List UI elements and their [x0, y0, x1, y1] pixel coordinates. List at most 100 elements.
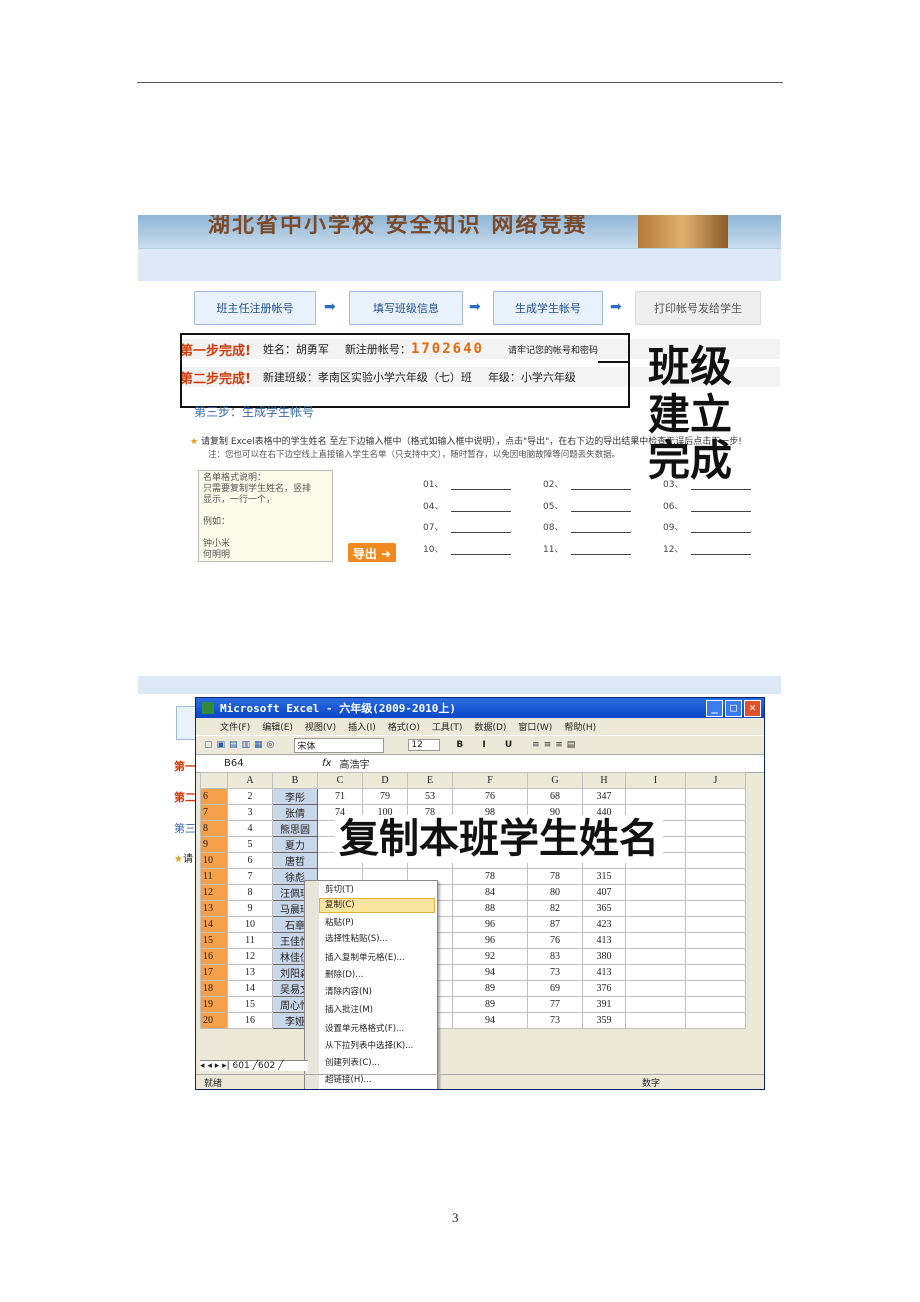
cell[interactable]	[625, 932, 686, 949]
cell[interactable]: 77	[527, 996, 583, 1013]
sheet-tab-labels[interactable]: 601 ╱602 ╱	[233, 1061, 284, 1071]
row-header[interactable]: 12	[200, 884, 228, 901]
cell[interactable]: 96	[452, 916, 528, 933]
column-header[interactable]: F	[452, 772, 528, 789]
row-header[interactable]: 19	[200, 996, 228, 1013]
cell[interactable]: 315	[582, 868, 626, 885]
cell[interactable]	[625, 868, 686, 885]
menu-copy[interactable]: 复制(C)	[325, 898, 355, 913]
export-button[interactable]: 导出 ➜	[348, 543, 396, 562]
cell[interactable]: 391	[582, 996, 626, 1013]
student-name-cell[interactable]: 张倩	[272, 804, 318, 821]
cell[interactable]	[625, 980, 686, 997]
cell[interactable]: 53	[407, 788, 453, 805]
sheet-tabs[interactable]: ◂ ◂ ▸ ▸| 601 ╱602 ╱	[200, 1060, 308, 1071]
cell[interactable]: 79	[362, 788, 408, 805]
cell[interactable]: 6	[227, 852, 273, 869]
toolbar-icons[interactable]: ▢▣▤▥▦◎	[204, 740, 278, 750]
step-student-accounts[interactable]: 生成学生帐号	[493, 291, 603, 325]
format-buttons[interactable]: B I U	[456, 740, 520, 750]
cell[interactable]: 82	[527, 900, 583, 917]
cell[interactable]: 14	[227, 980, 273, 997]
row-header[interactable]: 8	[200, 820, 228, 837]
cell[interactable]	[685, 916, 746, 933]
cell[interactable]: 78	[452, 868, 528, 885]
row-header[interactable]: 14	[200, 916, 228, 933]
slot[interactable]: 05、	[543, 499, 632, 512]
cell[interactable]	[625, 884, 686, 901]
column-header[interactable]: H	[582, 772, 626, 789]
slot[interactable]: 08、	[543, 520, 632, 533]
cell[interactable]	[685, 884, 746, 901]
cell[interactable]: 347	[582, 788, 626, 805]
student-name-cell[interactable]: 夏力	[272, 836, 318, 853]
row-header[interactable]: 18	[200, 980, 228, 997]
student-name-cell[interactable]: 熊思圆	[272, 820, 318, 837]
cell[interactable]	[625, 916, 686, 933]
slot[interactable]: 04、	[423, 499, 512, 512]
step-print-accounts[interactable]: 打印帐号发给学生	[635, 291, 761, 325]
cell[interactable]	[625, 788, 686, 805]
row-header[interactable]: 11	[200, 868, 228, 885]
column-header[interactable]: I	[625, 772, 686, 789]
cell[interactable]: 5	[227, 836, 273, 853]
formula-value[interactable]: 高浩宇	[339, 756, 369, 771]
menu-paste[interactable]: 粘贴(P)	[325, 916, 354, 931]
slot[interactable]: 01、	[423, 477, 512, 490]
cell[interactable]: 380	[582, 948, 626, 965]
row-header[interactable]: 9	[200, 836, 228, 853]
cell[interactable]: 3	[227, 804, 273, 821]
cell[interactable]	[685, 900, 746, 917]
cell[interactable]: 12	[227, 948, 273, 965]
cell[interactable]	[685, 788, 746, 805]
row-header[interactable]: 13	[200, 900, 228, 917]
cell[interactable]: 88	[452, 900, 528, 917]
column-header[interactable]: G	[527, 772, 583, 789]
cell[interactable]: 7	[227, 868, 273, 885]
cell[interactable]: 87	[527, 916, 583, 933]
cell[interactable]: 68	[527, 788, 583, 805]
cell[interactable]: 11	[227, 932, 273, 949]
cell[interactable]: 16	[227, 1012, 273, 1029]
menu-format[interactable]: 格式(O)	[388, 720, 420, 733]
font-name-select[interactable]: 宋体	[294, 737, 385, 753]
cell[interactable]: 96	[452, 932, 528, 949]
menu-insert-comment[interactable]: 插入批注(M)	[325, 1003, 373, 1018]
cell[interactable]	[685, 1012, 746, 1029]
slot[interactable]: 12、	[663, 542, 752, 555]
cell[interactable]: 2	[227, 788, 273, 805]
cell[interactable]: 15	[227, 996, 273, 1013]
slot[interactable]: 07、	[423, 520, 512, 533]
column-header[interactable]: D	[362, 772, 408, 789]
align-buttons[interactable]: ≡≡≡▤	[532, 740, 579, 750]
cell[interactable]: 80	[527, 884, 583, 901]
cell[interactable]	[685, 948, 746, 965]
step-register-teacher[interactable]: 班主任注册帐号	[194, 291, 316, 325]
cell[interactable]: 73	[527, 964, 583, 981]
row-header[interactable]: 16	[200, 948, 228, 965]
cell[interactable]	[685, 964, 746, 981]
menu-paste-special[interactable]: 选择性粘贴(S)...	[325, 932, 388, 947]
cell[interactable]	[685, 980, 746, 997]
name-box[interactable]: B64	[196, 758, 294, 769]
cell[interactable]: 71	[317, 788, 363, 805]
menu-insert[interactable]: 插入(I)	[348, 720, 376, 733]
cell[interactable]	[625, 1012, 686, 1029]
cell[interactable]: 9	[227, 900, 273, 917]
menu-view[interactable]: 视图(V)	[305, 720, 336, 733]
cell[interactable]	[685, 804, 746, 821]
menu-window[interactable]: 窗口(W)	[518, 720, 552, 733]
row-header[interactable]: 7	[200, 804, 228, 821]
student-name-cell[interactable]: 唐哲	[272, 852, 318, 869]
cell[interactable]: 76	[452, 788, 528, 805]
cell[interactable]: 92	[452, 948, 528, 965]
menu-delete[interactable]: 删除(D)...	[325, 968, 363, 983]
cell[interactable]	[625, 996, 686, 1013]
slot[interactable]: 06、	[663, 499, 752, 512]
menu-tools[interactable]: 工具(T)	[432, 720, 463, 733]
cell[interactable]: 78	[527, 868, 583, 885]
cell[interactable]: 8	[227, 884, 273, 901]
cell[interactable]: 407	[582, 884, 626, 901]
row-header[interactable]: 20	[200, 1012, 228, 1029]
cell[interactable]: 365	[582, 900, 626, 917]
